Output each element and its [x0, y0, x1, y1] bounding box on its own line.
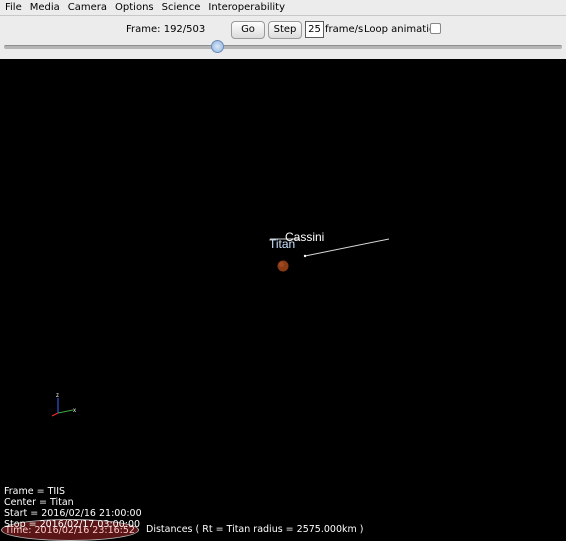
menu-bar: File Media Camera Options Science Intero…: [0, 0, 566, 16]
menu-science[interactable]: Science: [159, 0, 204, 15]
cassini-marker: [303, 254, 307, 258]
titan-highlight: [279, 262, 284, 267]
menu-options[interactable]: Options: [112, 0, 157, 15]
y-axis-line: [57, 409, 74, 414]
scene-canvas: z x: [51, 238, 390, 417]
fps-label: frame/s: [325, 24, 364, 35]
z-axis-label: z: [56, 393, 59, 399]
menu-camera[interactable]: Camera: [65, 0, 110, 15]
x-axis-line: [51, 412, 59, 417]
animation-controls: Frame: 192/503 Go Step 25 frame/s Loop a…: [0, 16, 566, 59]
menu-file[interactable]: File: [2, 0, 25, 15]
stop-info: Stop = 2016/02/17 03:00:00: [4, 519, 141, 530]
fps-input[interactable]: 25: [305, 21, 324, 38]
step-button[interactable]: Step: [268, 21, 302, 39]
frame-info: Frame = TIIS: [4, 486, 66, 497]
menu-media[interactable]: Media: [27, 0, 63, 15]
frame-slider-track[interactable]: [4, 45, 562, 49]
cassini-label: Cassini: [285, 230, 325, 244]
3d-viewport[interactable]: z x Titan Cassini Time: 2016/02/16 23:16…: [0, 59, 566, 541]
distances-label: Distances ( Rt = Titan radius = 2575.000…: [146, 524, 364, 535]
x-axis-label: x: [73, 408, 76, 414]
loop-animation-checkbox[interactable]: [430, 23, 441, 34]
center-info: Center = Titan: [4, 497, 74, 508]
frame-counter: Frame: 192/503: [126, 24, 206, 35]
go-button[interactable]: Go: [231, 21, 265, 39]
menu-interoperability[interactable]: Interoperability: [205, 0, 288, 15]
start-info: Start = 2016/02/16 21:00:00: [4, 508, 142, 519]
frame-slider-thumb[interactable]: [211, 40, 225, 53]
